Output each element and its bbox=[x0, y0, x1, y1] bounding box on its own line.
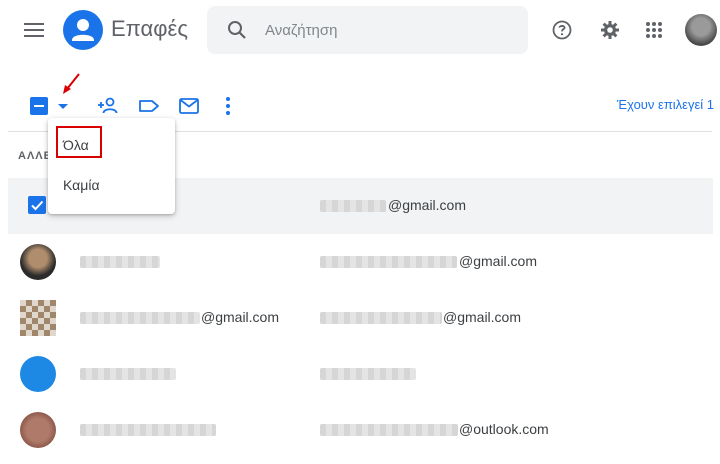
menu-item-all[interactable]: Όλα bbox=[48, 126, 175, 164]
account-avatar[interactable] bbox=[685, 14, 717, 46]
redacted-email bbox=[320, 424, 458, 436]
more-options-icon[interactable] bbox=[216, 94, 240, 118]
person-icon bbox=[72, 19, 94, 41]
apps-grid-icon bbox=[646, 22, 662, 38]
contact-email-suffix: @gmail.com bbox=[443, 309, 522, 325]
avatar bbox=[20, 412, 56, 448]
label-icon[interactable] bbox=[137, 94, 161, 118]
section-label: ΑΛΛΕ bbox=[18, 150, 52, 162]
redacted-name bbox=[80, 312, 200, 324]
main-menu-button[interactable] bbox=[16, 14, 52, 46]
email-icon[interactable] bbox=[177, 94, 201, 118]
menu-icon bbox=[24, 23, 44, 37]
apps-button[interactable] bbox=[634, 10, 674, 50]
settings-button[interactable] bbox=[590, 10, 630, 50]
redacted-name bbox=[80, 424, 216, 436]
contacts-logo bbox=[63, 10, 103, 50]
annotation-arrow-icon bbox=[63, 73, 80, 94]
redacted-email bbox=[320, 200, 386, 212]
search-icon[interactable] bbox=[225, 18, 249, 42]
redacted-email bbox=[320, 368, 416, 380]
redacted-name bbox=[80, 368, 176, 380]
contact-row[interactable]: @outlook.com bbox=[8, 402, 713, 458]
selection-dropdown-menu: Όλα Καμία bbox=[48, 118, 175, 214]
contact-row[interactable] bbox=[8, 346, 713, 402]
help-icon bbox=[552, 20, 572, 40]
contact-row[interactable]: @gmail.com bbox=[8, 234, 713, 290]
app-title: Επαφές bbox=[111, 16, 188, 41]
contact-email-suffix: @outlook.com bbox=[459, 421, 549, 437]
contact-email-suffix: @gmail.com bbox=[459, 253, 538, 269]
row-checkbox[interactable] bbox=[28, 196, 46, 214]
avatar bbox=[20, 300, 56, 336]
contact-email-suffix: @gmail.com bbox=[388, 197, 467, 213]
avatar bbox=[20, 356, 56, 392]
search-bar[interactable] bbox=[207, 6, 528, 54]
search-input[interactable] bbox=[265, 6, 515, 54]
help-button[interactable] bbox=[542, 10, 582, 50]
redacted-name bbox=[80, 256, 160, 268]
gear-icon bbox=[601, 21, 619, 39]
contact-row[interactable]: @gmail.com @gmail.com bbox=[8, 290, 713, 346]
contact-name-suffix: @gmail.com bbox=[201, 309, 280, 325]
selection-dropdown-caret-icon[interactable] bbox=[55, 98, 71, 114]
redacted-email bbox=[320, 312, 442, 324]
avatar bbox=[20, 244, 56, 280]
check-icon bbox=[31, 200, 44, 211]
redacted-email bbox=[320, 256, 457, 268]
menu-item-none[interactable]: Καμία bbox=[48, 166, 175, 204]
add-to-contacts-icon[interactable] bbox=[96, 94, 120, 118]
select-all-checkbox[interactable] bbox=[30, 97, 48, 115]
selected-count: Έχουν επιλεγεί 1 bbox=[616, 97, 714, 112]
